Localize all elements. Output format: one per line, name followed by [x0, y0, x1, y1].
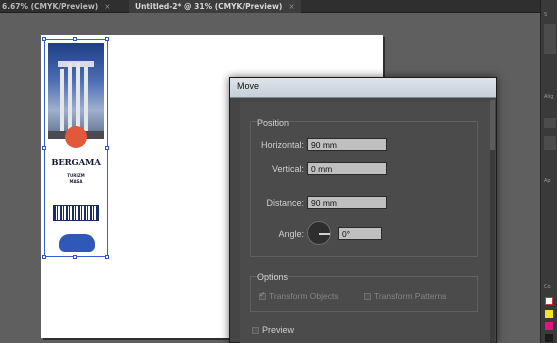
transform-patterns-checkbox[interactable]: Transform Patterns	[364, 291, 446, 301]
color-swatch-black[interactable]	[545, 334, 553, 342]
dialog-scrollbar[interactable]	[490, 100, 495, 343]
illustrator-window: 6.67% (CMYK/Preview) × Untitled-2* @ 31% …	[0, 0, 557, 343]
panel-label: Co	[544, 284, 551, 290]
artwork-title: BERGAMA	[51, 158, 101, 168]
color-swatch-magenta[interactable]	[545, 322, 553, 330]
artwork-blob-shape	[59, 234, 95, 252]
angle-input[interactable]	[338, 227, 382, 240]
transform-objects-checkbox[interactable]: Transform Objects	[259, 290, 339, 301]
vertical-label: Vertical:	[271, 164, 304, 174]
temple-column	[60, 69, 64, 133]
angle-label: Angle:	[278, 229, 304, 239]
tab-label: Untitled-2* @ 31% (CMYK/Preview)	[135, 2, 283, 11]
selection-handle[interactable]	[42, 146, 46, 150]
artwork-sun-circle	[65, 126, 87, 148]
selection-handle[interactable]	[42, 37, 46, 41]
distance-input[interactable]	[307, 196, 387, 209]
temple-column	[68, 63, 72, 133]
selection-handle[interactable]	[42, 255, 46, 259]
artwork-subtitle: TURIZM	[67, 173, 85, 178]
panel-label: Alig	[544, 94, 554, 100]
checkbox-icon	[252, 327, 259, 334]
none-swatch[interactable]	[545, 297, 553, 305]
temple-column	[84, 67, 88, 133]
horizontal-label: Horizontal:	[260, 140, 304, 150]
close-icon[interactable]: ×	[104, 2, 110, 11]
document-tab-1[interactable]: 6.67% (CMYK/Preview) ×	[2, 0, 111, 13]
panel-block	[544, 24, 556, 54]
selection-handle[interactable]	[73, 37, 77, 41]
horizontal-input[interactable]	[307, 138, 387, 151]
temple-column	[76, 63, 80, 133]
tab-label: 6.67% (CMYK/Preview)	[2, 2, 99, 11]
panel-block	[544, 118, 556, 128]
right-panel-strip[interactable]: S Alig Ap Co	[540, 0, 557, 343]
artwork-barcode	[53, 205, 99, 221]
artwork-subtitle: MASA	[69, 179, 83, 184]
preview-checkbox[interactable]: Preview	[252, 325, 294, 335]
document-tab-2[interactable]: Untitled-2* @ 31% (CMYK/Preview) ×	[129, 0, 301, 13]
angle-dial-icon[interactable]	[307, 221, 331, 245]
dialog-title: Move	[237, 81, 260, 91]
selection-handle[interactable]	[105, 146, 109, 150]
panel-label: Ap	[544, 178, 551, 184]
artwork-photo	[48, 43, 104, 139]
document-tab-bar: 6.67% (CMYK/Preview) × Untitled-2* @ 31% …	[0, 0, 540, 13]
panel-block	[544, 136, 556, 150]
options-heading: Options	[257, 272, 289, 282]
selection-handle[interactable]	[105, 37, 109, 41]
position-heading: Position	[257, 118, 290, 128]
transform-objects-label: Transform Objects	[269, 291, 339, 301]
selection-handle[interactable]	[105, 255, 109, 259]
angle-needle	[319, 233, 330, 235]
checkbox-icon	[364, 293, 371, 300]
selected-artwork[interactable]: BERGAMA TURIZM MASA	[44, 39, 108, 257]
transform-patterns-label: Transform Patterns	[374, 291, 447, 301]
vertical-input[interactable]	[307, 162, 387, 175]
distance-label: Distance:	[266, 198, 304, 208]
panel-label: S	[544, 12, 548, 18]
dialog-title-bar[interactable]: Move	[230, 78, 496, 98]
preview-label: Preview	[262, 325, 295, 335]
checkbox-icon	[259, 290, 266, 300]
scrollbar-thumb[interactable]	[490, 100, 495, 150]
selection-handle[interactable]	[73, 255, 77, 259]
color-swatch-yellow[interactable]	[545, 310, 553, 318]
close-icon[interactable]: ×	[288, 2, 294, 11]
